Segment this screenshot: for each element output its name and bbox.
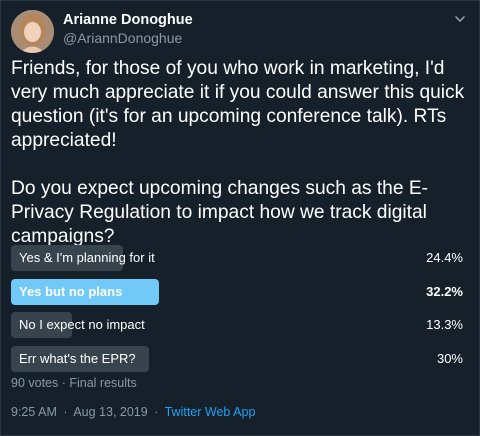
- tweet-footer: 9:25 AM · Aug 13, 2019 · Twitter Web App: [11, 405, 255, 419]
- author-name[interactable]: Arianne Donoghue: [63, 12, 193, 28]
- avatar[interactable]: [11, 10, 54, 53]
- tweet-date[interactable]: Aug 13, 2019: [73, 405, 147, 419]
- poll-option-percent: 13.3%: [426, 317, 463, 332]
- poll-option[interactable]: Err what's the EPR? 30%: [11, 345, 463, 372]
- tweet-text: Friends, for those of you who work in ma…: [11, 58, 465, 247]
- poll-option-percent: 30%: [436, 350, 463, 366]
- footer-separator: ·: [63, 405, 68, 419]
- poll-option-label: Yes but no plans: [19, 283, 123, 299]
- avatar-image: [11, 10, 54, 53]
- author-handle[interactable]: @AriannDonoghue: [63, 30, 182, 46]
- chevron-down-icon[interactable]: [453, 12, 467, 26]
- divider: [11, 398, 471, 399]
- poll-option[interactable]: No I expect no impact 13.3%: [11, 312, 463, 338]
- poll-option-label: Yes & I'm planning for it: [19, 250, 155, 265]
- poll: Yes & I'm planning for it 24.4% Yes but …: [11, 245, 463, 379]
- tweet-card: Arianne Donoghue @AriannDonoghue Friends…: [0, 0, 480, 436]
- poll-results-summary: 90 votes · Final results: [11, 376, 137, 390]
- tweet-time[interactable]: 9:25 AM: [11, 405, 57, 419]
- poll-option-percent: 32.2%: [426, 283, 463, 299]
- poll-option-percent: 24.4%: [426, 250, 463, 265]
- poll-option[interactable]: Yes & I'm planning for it 24.4%: [11, 245, 463, 271]
- tweet-header: Arianne Donoghue @AriannDonoghue: [11, 10, 471, 54]
- source-app-link[interactable]: Twitter Web App: [165, 405, 256, 419]
- footer-separator: ·: [154, 405, 159, 419]
- poll-option-label: Err what's the EPR?: [19, 350, 136, 366]
- poll-option[interactable]: Yes but no plans 32.2%: [11, 278, 463, 305]
- poll-option-label: No I expect no impact: [19, 317, 145, 332]
